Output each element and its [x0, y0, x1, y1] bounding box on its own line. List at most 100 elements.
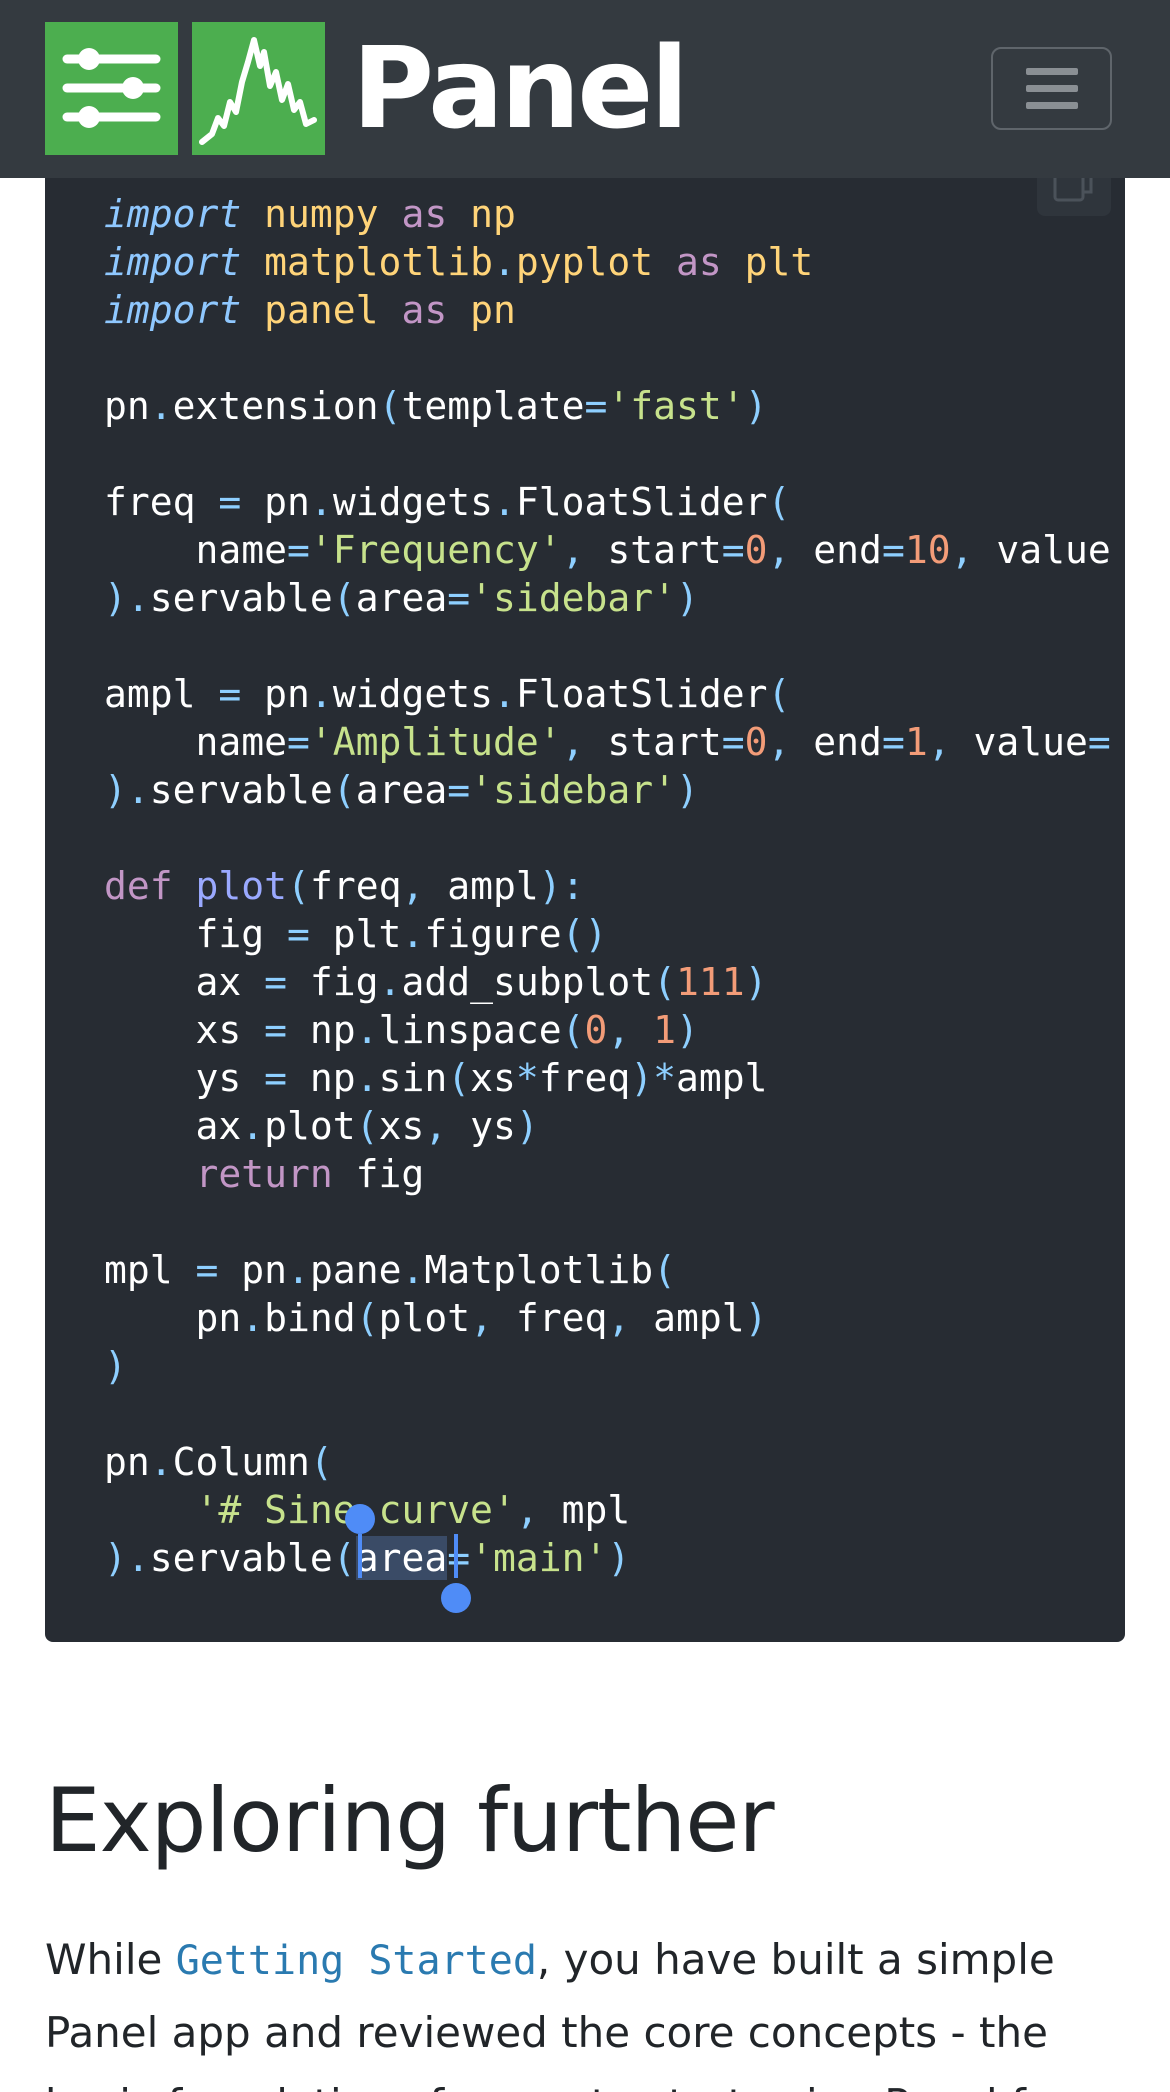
- hamburger-icon-bar: [1025, 85, 1078, 92]
- getting-started-link[interactable]: Getting Started: [176, 1938, 537, 1984]
- selection-start-caret: [358, 1534, 362, 1578]
- code-line: pn.bind(plot, freq, ampl): [104, 1294, 1130, 1342]
- code-token: import: [104, 288, 242, 332]
- code-token: servable: [149, 1536, 333, 1580]
- code-token: freq: [515, 1296, 608, 1340]
- code-listing[interactable]: import numpy as np import matplotlib.pypl…: [104, 190, 1130, 1582]
- code-token: name: [104, 720, 288, 764]
- code-line: pn.Column(: [104, 1438, 1130, 1486]
- code-token: 0: [744, 720, 768, 764]
- code-token: ys: [470, 1104, 516, 1148]
- selection-end-handle[interactable]: [441, 1583, 471, 1613]
- code-token: =: [447, 1536, 471, 1580]
- code-token: sin: [378, 1056, 448, 1100]
- code-token: pn: [104, 384, 150, 428]
- code-token: ,: [561, 528, 608, 572]
- brand-name[interactable]: Panel: [352, 24, 689, 154]
- code-token: FloatSlider: [515, 480, 768, 524]
- hamburger-menu-button[interactable]: [991, 47, 1112, 130]
- code-token: 'fast': [607, 384, 745, 428]
- code-token: .: [241, 1296, 265, 1340]
- code-token: FloatSlider: [515, 672, 768, 716]
- code-token: mpl: [104, 1248, 196, 1292]
- code-token: ): [676, 576, 699, 620]
- navbar: Panel: [0, 0, 1170, 178]
- code-token: (: [561, 1008, 585, 1052]
- code-token: Matplotlib: [424, 1248, 654, 1292]
- code-token: (: [355, 1104, 379, 1148]
- sparkline-icon[interactable]: [192, 22, 325, 155]
- code-token: as: [401, 192, 448, 236]
- code-token: 'main': [470, 1536, 608, 1580]
- code-line: import matplotlib.pyplot as plt: [104, 238, 1130, 286]
- code-token: 'Frequency': [309, 528, 562, 572]
- code-line: ).servable(area='sidebar'): [104, 574, 1130, 622]
- code-token: np: [470, 192, 516, 236]
- code-token: 'Amplitude': [309, 720, 562, 764]
- code-line: xs = np.linspace(0, 1): [104, 1006, 1130, 1054]
- code-token: value: [973, 720, 1088, 764]
- code-token: freq: [104, 480, 219, 524]
- code-token: ).: [104, 576, 150, 620]
- code-token: 1: [653, 1008, 677, 1052]
- code-token: (: [355, 1296, 379, 1340]
- code-token: =: [264, 1008, 288, 1052]
- hamburger-icon-bar: [1025, 102, 1078, 109]
- code-token: (: [653, 1248, 677, 1292]
- code-token: ampl: [447, 864, 539, 908]
- code-token: ): [104, 1344, 127, 1388]
- selection-start-handle[interactable]: [345, 1504, 375, 1534]
- code-token: (: [767, 480, 791, 524]
- code-token: bind: [264, 1296, 356, 1340]
- code-token: fig: [287, 960, 379, 1004]
- code-token: start: [607, 528, 722, 572]
- code-token: area: [355, 768, 448, 812]
- code-token: xs: [470, 1056, 516, 1100]
- code-token: Column: [172, 1440, 310, 1484]
- code-token: (: [767, 672, 791, 716]
- code-token: 0: [744, 528, 768, 572]
- code-token: 'sidebar': [470, 576, 676, 620]
- code-token: =: [287, 912, 310, 956]
- code-token: .: [378, 960, 402, 1004]
- code-token: ,: [401, 864, 448, 908]
- code-token: (): [561, 912, 608, 956]
- code-token: freq: [538, 1056, 631, 1100]
- code-token: ): [744, 384, 768, 428]
- code-token: ).: [104, 1536, 150, 1580]
- intro-paragraph: While Getting Started, you have built a …: [45, 1924, 1105, 2092]
- code-token: ys: [104, 1056, 265, 1100]
- code-token: ,: [767, 528, 814, 572]
- code-token: freq: [309, 864, 402, 908]
- code-token: plt: [744, 240, 814, 284]
- code-line: fig = plt.figure(): [104, 910, 1130, 958]
- code-token: pn: [241, 480, 310, 524]
- code-line: freq = pn.widgets.FloatSlider(: [104, 478, 1130, 526]
- code-token: .: [355, 1056, 379, 1100]
- code-token: pane: [309, 1248, 402, 1292]
- code-token: ampl: [104, 672, 219, 716]
- code-line: ax = fig.add_subplot(111): [104, 958, 1130, 1006]
- code-token: (: [332, 768, 356, 812]
- code-token: (: [653, 960, 677, 1004]
- code-token: (: [332, 1536, 356, 1580]
- code-token: ,: [424, 1104, 471, 1148]
- code-token: figure: [424, 912, 562, 956]
- code-token: =: [721, 720, 745, 764]
- code-token: ): [607, 1536, 631, 1580]
- sliders-icon[interactable]: [45, 22, 178, 155]
- code-token: np: [287, 1056, 356, 1100]
- code-token: plot: [195, 864, 288, 908]
- code-token: fig: [332, 1152, 425, 1196]
- code-token: matplotlib: [264, 240, 493, 284]
- code-token: ,: [607, 1008, 654, 1052]
- code-token: pn: [104, 1440, 150, 1484]
